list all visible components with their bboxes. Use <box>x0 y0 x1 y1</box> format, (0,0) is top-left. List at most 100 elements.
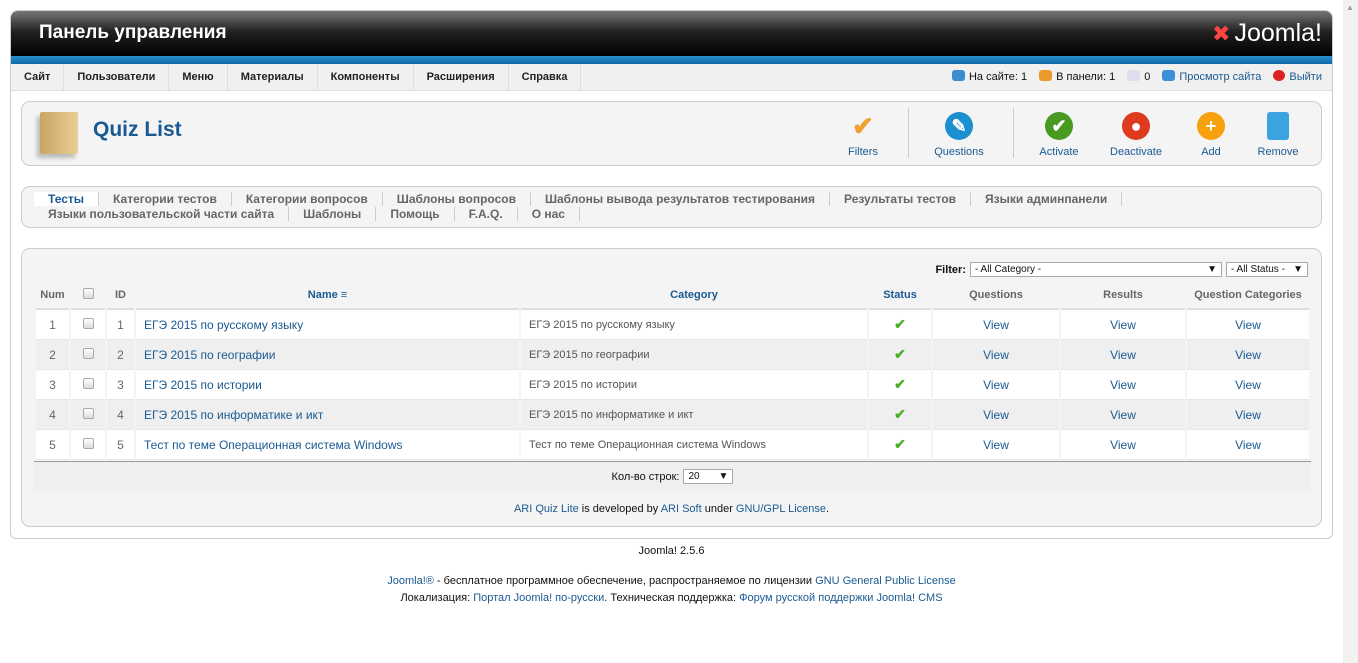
view-results-link[interactable]: View <box>1061 430 1185 460</box>
menu-users[interactable]: Пользователи <box>64 64 170 90</box>
col-questions: Questions <box>933 281 1059 310</box>
view-questions-link[interactable]: View <box>933 340 1059 370</box>
messages[interactable]: 0 <box>1127 64 1150 90</box>
row-checkbox[interactable] <box>82 377 94 389</box>
col-id: ID <box>107 281 134 310</box>
menu-site[interactable]: Сайт <box>11 64 65 90</box>
row-checkbox[interactable] <box>82 347 94 359</box>
footer: Joomla!® - бесплатное программное обеспе… <box>0 573 1343 607</box>
logout-link[interactable]: Выйти <box>1273 64 1322 90</box>
submenu-question-categories[interactable]: Категории вопросов <box>232 192 383 206</box>
select-all-checkbox[interactable] <box>82 287 94 299</box>
status-bar: На сайте: 1 В панели: 1 0 Просмотр сайта… <box>951 64 1322 90</box>
activate-button[interactable]: ✔ Activate <box>1024 110 1094 158</box>
questions-button[interactable]: ✎ Questions <box>924 110 994 158</box>
portal-link[interactable]: Портал Joomla! по-русски <box>473 592 604 604</box>
view-question-categories-link[interactable]: View <box>1187 310 1309 340</box>
check-circle-icon: ✔ <box>1045 112 1073 140</box>
menu-menus[interactable]: Меню <box>169 64 228 90</box>
submenu-question-templates[interactable]: Шаблоны вопросов <box>383 192 531 206</box>
col-category[interactable]: Category <box>521 281 867 310</box>
submenu-help[interactable]: Помощь <box>376 207 455 221</box>
row-checkbox[interactable] <box>82 407 94 419</box>
view-results-link[interactable]: View <box>1061 310 1185 340</box>
col-status[interactable]: Status <box>869 281 931 310</box>
check-icon: ✔ <box>852 111 874 141</box>
submenu-templates[interactable]: Шаблоны <box>289 207 377 221</box>
pencil-icon: ✎ <box>945 112 973 140</box>
table-row: 5 5 Тест по теме Операционная система Wi… <box>36 430 1309 460</box>
page-header-title: Панель управления <box>39 22 227 43</box>
view-results-link[interactable]: View <box>1061 370 1185 400</box>
view-question-categories-link[interactable]: View <box>1187 430 1309 460</box>
forum-link[interactable]: Форум русской поддержки Joomla! CMS <box>739 592 942 604</box>
view-questions-link[interactable]: View <box>933 430 1059 460</box>
status-toggle[interactable]: ✔ <box>869 400 931 430</box>
col-question-categories: Question Categories <box>1187 281 1309 310</box>
category-select[interactable]: - All Category - ▼ <box>970 262 1222 277</box>
view-question-categories-link[interactable]: View <box>1187 400 1309 430</box>
filters-button[interactable]: ✔ Filters <box>828 110 898 158</box>
status-toggle[interactable]: ✔ <box>869 310 931 340</box>
view-results-link[interactable]: View <box>1061 400 1185 430</box>
row-checkbox[interactable] <box>82 317 94 329</box>
col-select-all <box>71 281 105 310</box>
menu-help[interactable]: Справка <box>509 64 582 90</box>
menu-components[interactable]: Компоненты <box>318 64 414 90</box>
col-name[interactable]: Name ≡ <box>136 281 519 310</box>
submenu-site-languages[interactable]: Языки пользовательской части сайта <box>34 207 290 221</box>
add-button[interactable]: + Add <box>1176 110 1246 158</box>
row-select <box>71 340 105 370</box>
scrollbar[interactable]: ▲ <box>1343 0 1358 663</box>
remove-button[interactable]: Remove <box>1243 110 1313 158</box>
status-toggle[interactable]: ✔ <box>869 340 931 370</box>
quiz-name-link[interactable]: ЕГЭ 2015 по истории <box>136 370 519 400</box>
table-row: 4 4 ЕГЭ 2015 по информатике и икт ЕГЭ 20… <box>36 400 1309 430</box>
submenu-admin-languages[interactable]: Языки админпанели <box>971 192 1123 206</box>
header: Панель управления ✖ Joomla! <box>11 11 1332 56</box>
row-checkbox[interactable] <box>82 437 94 449</box>
stop-circle-icon: ● <box>1122 112 1150 140</box>
menu-extensions[interactable]: Расширения <box>414 64 509 90</box>
quiz-table: Num ID Name ≡ Category Status Questions … <box>34 281 1311 460</box>
view-question-categories-link[interactable]: View <box>1187 370 1309 400</box>
submenu-test-results[interactable]: Результаты тестов <box>830 192 972 206</box>
credit-text: is developed by <box>578 503 661 515</box>
view-questions-link[interactable]: View <box>933 370 1059 400</box>
quiz-name-link[interactable]: ЕГЭ 2015 по географии <box>136 340 519 370</box>
trash-icon <box>1267 112 1289 140</box>
view-question-categories-link[interactable]: View <box>1187 340 1309 370</box>
submenu-tests[interactable]: Тесты <box>34 192 100 206</box>
ari-soft-link[interactable]: ARI Soft <box>661 503 702 515</box>
submenu-faq[interactable]: F.A.Q. <box>455 207 518 221</box>
submenu-result-templates[interactable]: Шаблоны вывода результатов тестирования <box>531 192 831 206</box>
quiz-name-link[interactable]: ЕГЭ 2015 по русскому языку <box>136 310 519 340</box>
quiz-category: ЕГЭ 2015 по информатике и икт <box>521 400 867 430</box>
row-num: 1 <box>36 310 69 340</box>
credit-text: under <box>701 503 736 515</box>
view-questions-link[interactable]: View <box>933 400 1059 430</box>
status-select[interactable]: - All Status - ▼ <box>1226 262 1308 277</box>
logout-icon <box>1273 70 1286 81</box>
deactivate-button[interactable]: ● Deactivate <box>1101 110 1171 158</box>
submenu-about[interactable]: О нас <box>518 207 580 221</box>
view-results-link[interactable]: View <box>1061 340 1185 370</box>
row-id: 2 <box>107 340 134 370</box>
published-check-icon: ✔ <box>894 346 906 362</box>
row-select <box>71 400 105 430</box>
gnu-gpl-link[interactable]: GNU General Public License <box>815 575 956 587</box>
quiz-name-link[interactable]: ЕГЭ 2015 по информатике и икт <box>136 400 519 430</box>
sort-icon: ≡ <box>340 288 348 301</box>
menu-content[interactable]: Материалы <box>228 64 318 90</box>
joomla-link[interactable]: Joomla!® <box>387 575 434 587</box>
status-toggle[interactable]: ✔ <box>869 430 931 460</box>
gpl-link[interactable]: GNU/GPL License <box>736 503 826 515</box>
rows-per-page-select[interactable]: 20 ▼ <box>683 469 734 484</box>
status-toggle[interactable]: ✔ <box>869 370 931 400</box>
view-questions-link[interactable]: View <box>933 310 1059 340</box>
published-check-icon: ✔ <box>894 376 906 392</box>
quiz-name-link[interactable]: Тест по теме Операционная система Window… <box>136 430 519 460</box>
submenu-test-categories[interactable]: Категории тестов <box>99 192 232 206</box>
view-site-link[interactable]: Просмотр сайта <box>1162 64 1261 90</box>
ari-quiz-link[interactable]: ARI Quiz Lite <box>514 503 579 515</box>
